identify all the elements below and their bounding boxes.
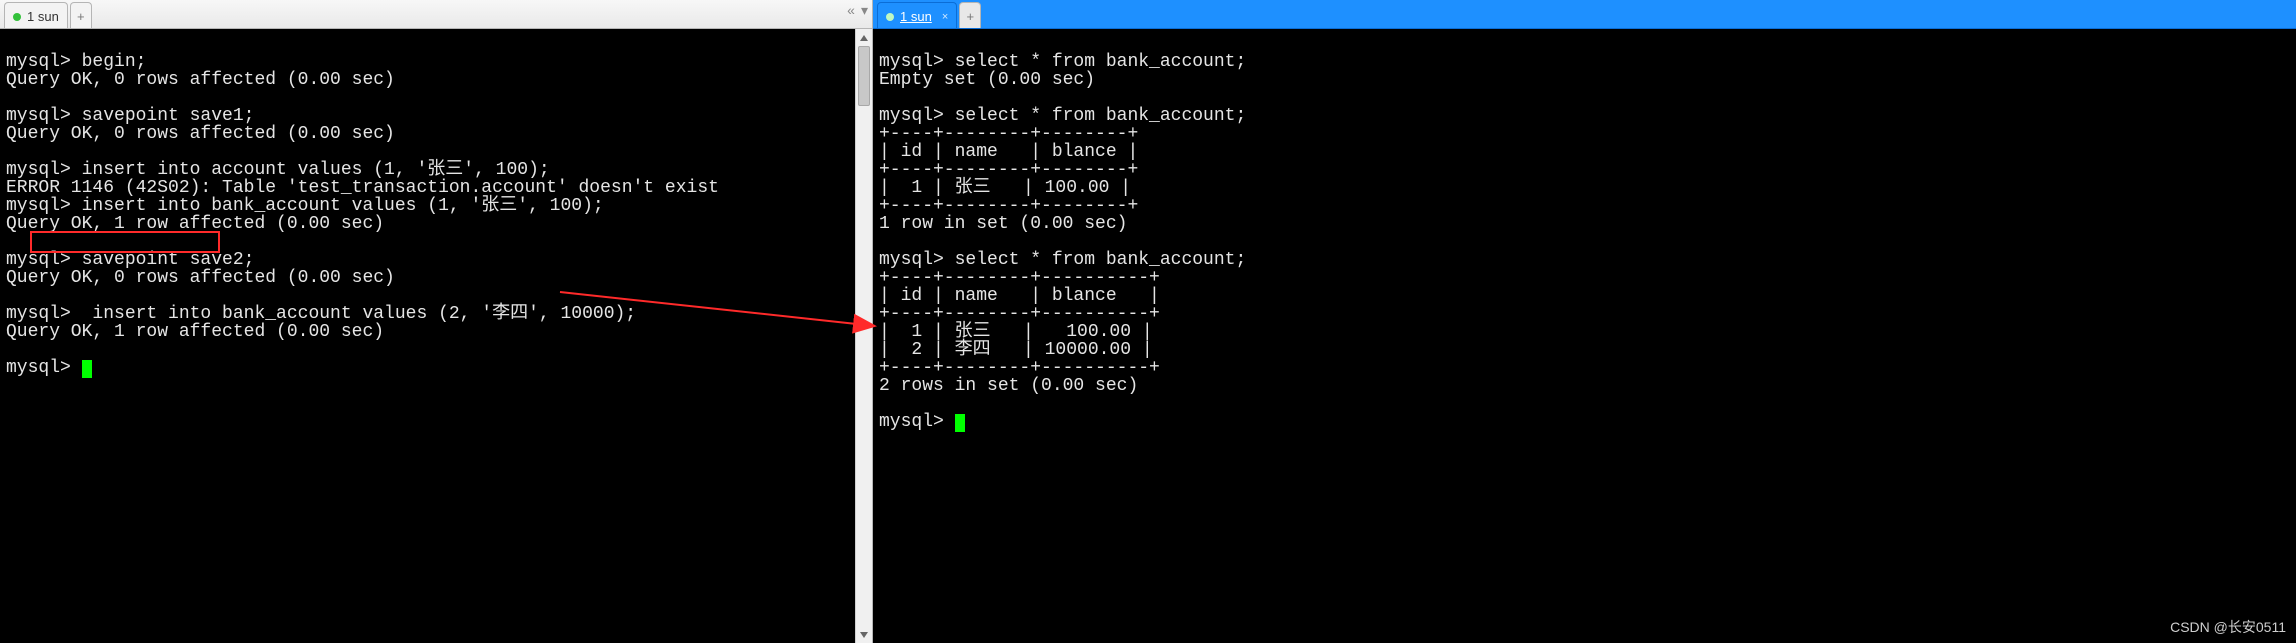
left-tabbar: 1 sun + « ▾ — [0, 0, 872, 29]
left-menu-icon[interactable]: « — [847, 2, 855, 19]
terminal-line: +----+--------+--------+ — [879, 124, 1138, 144]
terminal-line: ERROR 1146 (42S02): Table 'test_transact… — [6, 178, 719, 198]
terminal-line: +----+--------+----------+ — [879, 304, 1160, 324]
highlight-box — [30, 231, 220, 253]
terminal-line: mysql> select * from bank_account; — [879, 52, 1246, 72]
terminal-line: Query OK, 0 rows affected (0.00 sec) — [6, 268, 395, 288]
scrollbar-down-icon[interactable] — [856, 626, 872, 643]
left-new-tab-button[interactable]: + — [70, 2, 92, 28]
terminal-line: mysql> select * from bank_account; — [879, 106, 1246, 126]
status-led-icon — [886, 13, 894, 21]
terminal-line: Empty set (0.00 sec) — [879, 70, 1095, 90]
terminal-line: Query OK, 1 row affected (0.00 sec) — [6, 322, 384, 342]
status-led-icon — [13, 13, 21, 21]
right-terminal[interactable]: mysql> select * from bank_account; Empty… — [873, 29, 2296, 643]
terminal-line: mysql> savepoint save1; — [6, 106, 254, 126]
plus-icon: + — [966, 9, 974, 24]
scrollbar-thumb[interactable] — [858, 46, 870, 106]
terminal-line: mysql> savepoint save2; — [6, 250, 254, 270]
terminal-line: Query OK, 0 rows affected (0.00 sec) — [6, 70, 395, 90]
terminal-line: mysql> — [6, 358, 82, 378]
terminal-line: mysql> insert into bank_account values (… — [6, 304, 636, 324]
terminal-line: +----+--------+----------+ — [879, 268, 1160, 288]
right-pane: 1 sun × + mysql> select * from bank_acco… — [873, 0, 2296, 643]
cursor-icon — [955, 414, 965, 432]
terminal-line: 1 row in set (0.00 sec) — [879, 214, 1127, 234]
terminal-line: mysql> — [879, 412, 955, 432]
left-scrollbar[interactable] — [855, 29, 872, 643]
terminal-line: +----+--------+----------+ — [879, 358, 1160, 378]
plus-icon: + — [77, 9, 85, 24]
terminal-line: +----+--------+--------+ — [879, 196, 1138, 216]
right-new-tab-button[interactable]: + — [959, 2, 981, 28]
terminal-line: mysql> insert into bank_account values (… — [6, 196, 604, 216]
terminal-line: | 2 | 李四 | 10000.00 | — [879, 340, 1153, 360]
cursor-icon — [82, 360, 92, 378]
left-terminal[interactable]: mysql> begin; Query OK, 0 rows affected … — [0, 29, 872, 643]
right-tabbar: 1 sun × + — [873, 0, 2296, 29]
terminal-line: | 1 | 张三 | 100.00 | — [879, 178, 1131, 198]
left-tab-label: 1 sun — [27, 9, 59, 24]
left-dropdown-icon[interactable]: ▾ — [861, 2, 868, 19]
terminal-line: 2 rows in set (0.00 sec) — [879, 376, 1138, 396]
left-tab-1[interactable]: 1 sun — [4, 2, 68, 28]
right-tab-1[interactable]: 1 sun × — [877, 2, 957, 28]
left-window-controls: « ▾ — [847, 2, 868, 19]
terminal-line: +----+--------+--------+ — [879, 160, 1138, 180]
terminal-line: | 1 | 张三 | 100.00 | — [879, 322, 1153, 342]
terminal-line: | id | name | blance | — [879, 142, 1138, 162]
right-tab-label: 1 sun — [900, 9, 932, 24]
terminal-line: mysql> insert into account values (1, '张… — [6, 160, 550, 180]
close-icon[interactable]: × — [942, 11, 948, 23]
scrollbar-up-icon[interactable] — [856, 29, 872, 46]
terminal-line: Query OK, 0 rows affected (0.00 sec) — [6, 124, 395, 144]
left-pane: 1 sun + « ▾ mysql> begin; Query OK, 0 ro… — [0, 0, 873, 643]
terminal-line: mysql> select * from bank_account; — [879, 250, 1246, 270]
terminal-line: | id | name | blance | — [879, 286, 1160, 306]
terminal-line: mysql> begin; — [6, 52, 146, 72]
